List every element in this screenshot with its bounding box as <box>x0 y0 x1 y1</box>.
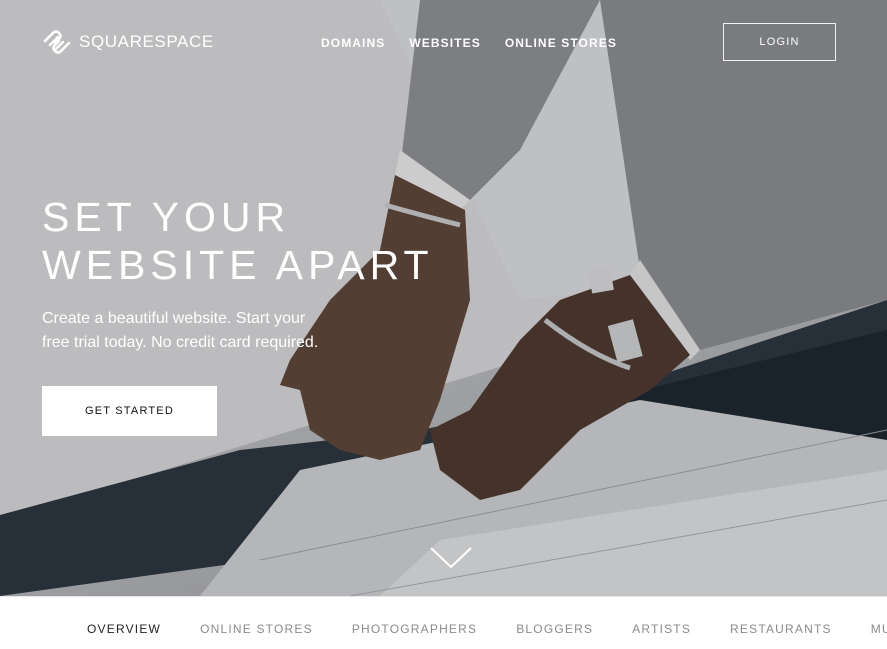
tab-artists[interactable]: ARTISTS <box>632 622 691 636</box>
hero-headline-line-2: WEBSITE APART <box>42 242 434 288</box>
main-nav: DOMAINS WEBSITES ONLINE STORES <box>321 36 641 50</box>
category-subnav: OVERVIEW ONLINE STORES PHOTOGRAPHERS BLO… <box>0 596 887 649</box>
nav-link-domains[interactable]: DOMAINS <box>321 36 385 50</box>
hero-subtext-line-1: Create a beautiful website. Start your <box>42 310 306 327</box>
squarespace-logo-icon <box>43 30 71 54</box>
squarespace-logo[interactable]: SQUARESPACE <box>42 29 214 55</box>
hero-background-image <box>0 0 887 596</box>
nav-link-websites[interactable]: WEBSITES <box>409 36 480 50</box>
hero-subtext: Create a beautiful website. Start your f… <box>42 307 402 355</box>
tab-bloggers[interactable]: BLOGGERS <box>516 622 593 636</box>
get-started-button[interactable]: GET STARTED <box>42 386 217 436</box>
tab-restaurants[interactable]: RESTAURANTS <box>730 622 832 636</box>
chevron-down-icon <box>430 547 472 569</box>
hero-subtext-line-2: free trial today. No credit card require… <box>42 334 319 351</box>
hero-headline-line-1: SET YOUR <box>42 194 291 240</box>
logo-text: SQUARESPACE <box>79 32 214 51</box>
subnav-tabs: OVERVIEW ONLINE STORES PHOTOGRAPHERS BLO… <box>87 622 887 636</box>
tab-overview[interactable]: OVERVIEW <box>87 622 161 636</box>
tab-photographers[interactable]: PHOTOGRAPHERS <box>352 622 477 636</box>
tab-musicians[interactable]: MUS <box>871 622 887 636</box>
hero-section: SQUARESPACE DOMAINS WEBSITES ONLINE STOR… <box>0 0 887 596</box>
site-header: SQUARESPACE DOMAINS WEBSITES ONLINE STOR… <box>0 0 887 86</box>
login-button[interactable]: LOGIN <box>723 23 836 61</box>
nav-link-online-stores[interactable]: ONLINE STORES <box>505 36 617 50</box>
scroll-down-button[interactable] <box>429 546 473 575</box>
hero-headline: SET YOUR WEBSITE APART <box>42 193 434 289</box>
tab-online-stores[interactable]: ONLINE STORES <box>200 622 313 636</box>
